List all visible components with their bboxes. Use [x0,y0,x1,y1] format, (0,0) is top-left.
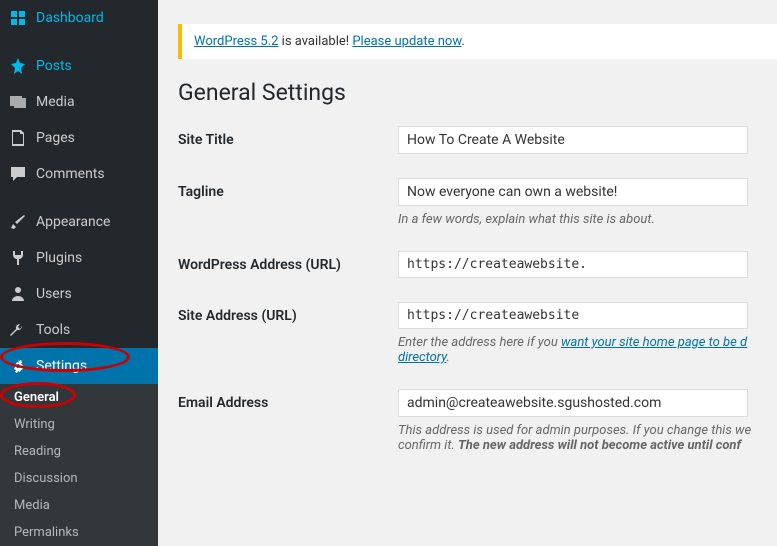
main-content: WordPress 5.2 is available! Please updat… [158,0,777,546]
plug-icon [8,248,28,268]
sidebar-item-label: Posts [36,58,72,74]
admin-sidebar: Dashboard Posts Media Pages Comments App… [0,0,158,546]
input-tagline[interactable] [398,178,748,206]
sidebar-item-label: Settings [36,358,87,374]
update-link[interactable]: Please update now [352,34,461,49]
update-notice: WordPress 5.2 is available! Please updat… [178,24,777,59]
submenu-item-media[interactable]: Media [0,492,158,519]
desc-tagline: In a few words, explain what this site i… [398,212,777,227]
submenu-item-discussion[interactable]: Discussion [0,465,158,492]
gear-icon [8,356,28,376]
wp-version-link[interactable]: WordPress 5.2 [194,34,278,49]
wrench-icon [8,320,28,340]
desc-site-url: Enter the address here if you want your … [398,335,777,365]
desc-email: This address is used for admin purposes.… [398,423,777,453]
sidebar-item-label: Comments [36,166,105,182]
row-tagline: Tagline In a few words, explain what thi… [178,178,777,227]
input-email[interactable] [398,389,748,417]
label-site-title: Site Title [178,126,398,148]
label-tagline: Tagline [178,178,398,200]
page-title: General Settings [178,79,777,106]
dashboard-icon [8,8,28,28]
user-icon [8,284,28,304]
notice-text: is available! [278,34,352,49]
sidebar-item-label: Tools [36,322,70,338]
sidebar-item-dashboard[interactable]: Dashboard [0,0,158,36]
sidebar-item-label: Dashboard [36,10,104,26]
comment-icon [8,164,28,184]
submenu-item-permalinks[interactable]: Permalinks [0,519,158,546]
row-site-url: Site Address (URL) Enter the address her… [178,302,777,365]
input-wp-url[interactable] [398,251,748,278]
submenu-item-reading[interactable]: Reading [0,438,158,465]
row-site-title: Site Title [178,126,777,154]
sidebar-item-label: Appearance [36,214,110,230]
pin-icon [8,56,28,76]
label-site-url: Site Address (URL) [178,302,398,324]
site-url-help-link2[interactable]: directory [398,350,446,365]
sidebar-item-tools[interactable]: Tools [0,312,158,348]
sidebar-item-plugins[interactable]: Plugins [0,240,158,276]
sidebar-item-appearance[interactable]: Appearance [0,204,158,240]
settings-submenu: General Writing Reading Discussion Media… [0,384,158,546]
site-url-help-link[interactable]: want your site home page to be d [561,335,747,350]
submenu-item-writing[interactable]: Writing [0,411,158,438]
page-icon [8,128,28,148]
sidebar-item-label: Pages [36,130,75,146]
sidebar-item-label: Users [36,286,72,302]
sidebar-item-label: Media [36,94,75,110]
sidebar-item-users[interactable]: Users [0,276,158,312]
sidebar-item-media[interactable]: Media [0,84,158,120]
input-site-title[interactable] [398,126,748,154]
sidebar-item-pages[interactable]: Pages [0,120,158,156]
sidebar-item-settings[interactable]: Settings [0,348,158,384]
submenu-item-general[interactable]: General [0,384,158,411]
row-wp-url: WordPress Address (URL) [178,251,777,278]
brush-icon [8,212,28,232]
label-wp-url: WordPress Address (URL) [178,251,398,273]
sidebar-item-comments[interactable]: Comments [0,156,158,192]
row-email: Email Address This address is used for a… [178,389,777,453]
sidebar-item-posts[interactable]: Posts [0,48,158,84]
media-icon [8,92,28,112]
sidebar-item-label: Plugins [36,250,82,266]
input-site-url[interactable] [398,302,748,329]
label-email: Email Address [178,389,398,411]
